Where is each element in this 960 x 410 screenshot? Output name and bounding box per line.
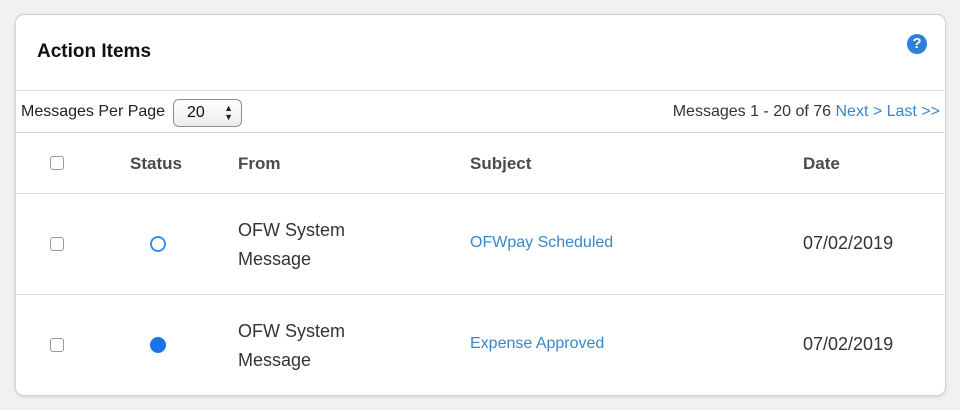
panel-title: Action Items <box>37 41 152 62</box>
pagination-toolbar: Messages Per Page 20 ▲ ▼ Messages 1 - 20 … <box>16 90 945 133</box>
messages-table: Status From Subject Date OFW System Mess… <box>16 133 945 395</box>
select-all-checkbox[interactable] <box>50 156 64 170</box>
help-icon[interactable]: ? <box>907 34 927 54</box>
action-items-panel: Action Items ? Messages Per Page 20 ▲ ▼ M… <box>15 14 946 396</box>
table-row[interactable]: OFW System Message OFWpay Scheduled 07/0… <box>16 194 945 295</box>
messages-per-page-select[interactable]: 20 ▲ ▼ <box>173 99 242 127</box>
row-checkbox[interactable] <box>50 338 64 352</box>
column-header-date[interactable]: Date <box>803 154 840 174</box>
row-checkbox[interactable] <box>50 237 64 251</box>
per-page-value: 20 <box>187 104 205 121</box>
from-cell: OFW System Message <box>238 220 345 269</box>
pager: Messages 1 - 20 of 76 Next > Last >> <box>673 103 940 121</box>
table-header-row: Status From Subject Date <box>16 133 945 194</box>
read-status-icon <box>150 337 166 353</box>
date-cell: 07/02/2019 <box>803 334 894 354</box>
column-header-subject[interactable]: Subject <box>470 154 531 174</box>
column-header-from[interactable]: From <box>238 154 281 174</box>
subject-link[interactable]: OFWpay Scheduled <box>470 234 613 252</box>
next-page-link[interactable]: Next > <box>835 103 882 120</box>
messages-per-page-label: Messages Per Page <box>21 103 166 120</box>
pager-info: Messages 1 - 20 of 76 <box>672 103 832 120</box>
date-cell: 07/02/2019 <box>803 233 894 253</box>
table-row[interactable]: OFW System Message Expense Approved 07/0… <box>16 295 945 395</box>
column-header-status[interactable]: Status <box>130 154 182 174</box>
from-cell: OFW System Message <box>238 321 345 370</box>
select-arrows-icon: ▲ ▼ <box>224 103 233 122</box>
panel-header: Action Items ? <box>16 15 945 90</box>
unread-status-icon <box>150 236 166 252</box>
last-page-link[interactable]: Last >> <box>887 103 940 120</box>
subject-link[interactable]: Expense Approved <box>470 335 604 353</box>
